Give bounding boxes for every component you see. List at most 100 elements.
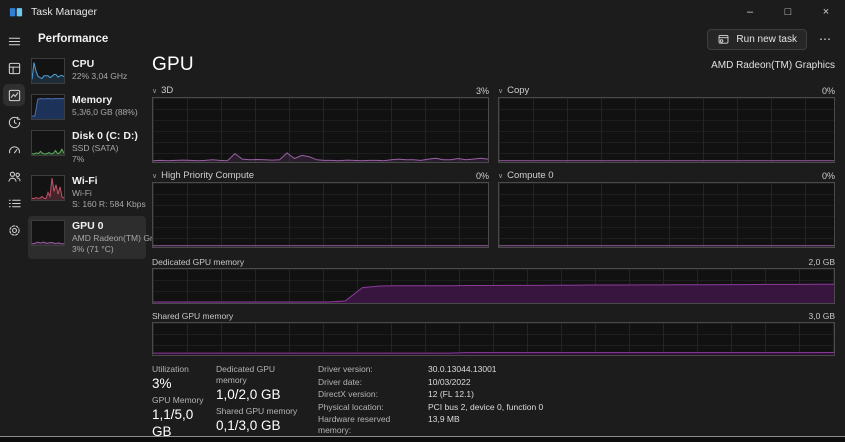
graph-selector-copy[interactable]: ∨ Copy 0% — [498, 84, 835, 97]
processes-icon — [8, 62, 20, 74]
detail-value: 12 (FL 12.1) — [428, 389, 474, 399]
perf-item-info2: 3% (71 °C) — [72, 244, 114, 254]
run-new-task-button[interactable]: Run new task — [707, 28, 807, 50]
stat-label: Dedicated GPU memory — [216, 364, 276, 385]
users-icon — [7, 171, 21, 182]
graph-percent: 0% — [821, 85, 835, 96]
gpu-device-name: AMD Radeon(TM) Graphics — [711, 60, 835, 71]
perf-item-name: Memory — [72, 94, 113, 106]
perf-item-name: Wi-Fi — [72, 175, 98, 187]
run-new-task-label: Run new task — [736, 33, 797, 45]
hamburger-icon — [8, 37, 20, 45]
menu-button[interactable] — [3, 30, 25, 52]
gpu-title: GPU — [152, 54, 194, 75]
app-history-icon — [8, 116, 20, 128]
wifi-mini-chart — [31, 175, 65, 201]
nav-item-users[interactable] — [3, 165, 25, 187]
nav-item-processes[interactable] — [3, 57, 25, 79]
stat-label: Utilization — [152, 364, 189, 374]
nav-rail — [0, 26, 28, 436]
graph-label: High Priority Compute — [161, 170, 255, 181]
details-icon — [8, 199, 21, 207]
maximize-button[interactable]: □ — [769, 0, 807, 24]
perf-item-info: AMD Radeon(TM) Gr... — [72, 233, 160, 243]
stat-value: 1,1/5,0 GB — [152, 407, 194, 439]
detail-label: Driver version: — [318, 364, 373, 374]
detail-value: 30.0.13044.13001 — [428, 364, 497, 374]
graph-selector-3d[interactable]: ∨ 3D 3% — [152, 84, 489, 97]
nav-item-details[interactable] — [3, 192, 25, 214]
memory-mini-chart — [31, 94, 65, 120]
detail-label: Hardware reserved memory: — [318, 414, 391, 435]
performance-icon — [8, 89, 20, 101]
detail-value: PCI bus 2, device 0, function 0 — [428, 401, 544, 412]
perf-item-info: 5,3/6,0 GB (88%) — [72, 107, 138, 117]
nav-item-performance[interactable] — [3, 84, 25, 106]
perf-item-info2: 7% — [72, 154, 85, 164]
graph-percent: 0% — [821, 170, 835, 181]
cpu-mini-chart — [31, 58, 65, 84]
nav-item-services[interactable] — [3, 219, 25, 241]
graph-selector-compute-0[interactable]: ∨ Compute 0 0% — [498, 169, 835, 182]
graph-label: Compute 0 — [507, 170, 554, 181]
gpu-detail-pane: GPU AMD Radeon(TM) Graphics ∨ 3D 3% ∨ Co… — [152, 54, 835, 442]
titlebar[interactable]: Task Manager – □ × — [0, 0, 845, 24]
graph-shared-gpu-memory[interactable] — [152, 322, 835, 356]
graph-max-value: 2,0 GB — [808, 257, 835, 267]
perf-item-cpu[interactable]: CPU 22% 3,04 GHz — [28, 54, 146, 88]
graph-dedicated-gpu-memory[interactable] — [152, 268, 835, 304]
screen-bottom-strip — [0, 437, 845, 442]
startup-apps-icon — [8, 145, 20, 153]
perf-item-disk[interactable]: Disk 0 (C: D:) SSD (SATA) 7% — [28, 126, 146, 169]
nav-item-app-history[interactable] — [3, 111, 25, 133]
perf-item-info: SSD (SATA) — [72, 143, 119, 153]
detail-value: 10/03/2022 — [428, 376, 471, 387]
disk-mini-chart — [31, 130, 65, 156]
graph-label: Copy — [507, 85, 530, 96]
graph-high-priority-compute[interactable] — [152, 182, 489, 248]
stat-value: 3% — [152, 376, 172, 391]
chevron-down-icon: ∨ — [152, 87, 158, 95]
stat-value: 1,0/2,0 GB — [216, 387, 281, 402]
perf-item-name: Disk 0 (C: D:) — [72, 130, 138, 142]
stat-label: GPU Memory — [152, 395, 204, 405]
detail-label: Physical location: — [318, 401, 384, 412]
minimize-button[interactable]: – — [731, 0, 769, 24]
chevron-down-icon: ∨ — [498, 87, 504, 95]
page-header: Performance Run new task ⋯ — [28, 24, 845, 54]
graph-3d[interactable] — [152, 97, 489, 163]
graph-selector-high-priority-compute[interactable]: ∨ High Priority Compute 0% — [152, 169, 489, 182]
chevron-down-icon: ∨ — [152, 172, 158, 180]
nav-item-startup-apps[interactable] — [3, 138, 25, 160]
stat-label: Shared GPU memory — [216, 406, 298, 416]
performance-list: CPU 22% 3,04 GHz Memory 5,3/6,0 GB (88%)… — [28, 54, 160, 261]
gpu-driver-details: Driver version: 30.0.13044.13001 Driver … — [318, 364, 543, 442]
perf-item-name: CPU — [72, 58, 95, 70]
graph-label: 3D — [161, 85, 174, 96]
graph-copy[interactable] — [498, 97, 835, 163]
services-icon — [8, 224, 20, 236]
gpu-mini-chart — [31, 220, 65, 246]
page-title: Performance — [38, 33, 109, 45]
perf-item-info2: S: 160 R: 584 Kbps — [72, 199, 146, 209]
chevron-down-icon: ∨ — [498, 172, 504, 180]
stat-value: 0,1/3,0 GB — [216, 418, 281, 433]
shared-memory-label-row: Shared GPU memory 3,0 GB — [152, 310, 835, 322]
graph-compute-0[interactable] — [498, 182, 835, 248]
more-options-button[interactable]: ⋯ — [813, 29, 837, 49]
perf-item-name: GPU 0 — [72, 220, 104, 232]
perf-item-memory[interactable]: Memory 5,3/6,0 GB (88%) — [28, 90, 146, 124]
graph-max-value: 3,0 GB — [808, 311, 835, 321]
perf-item-info: 22% 3,04 GHz — [72, 71, 128, 81]
graph-label: Shared GPU memory — [152, 311, 234, 321]
perf-item-gpu[interactable]: GPU 0 AMD Radeon(TM) Gr... 3% (71 °C) — [28, 216, 160, 259]
task-manager-icon — [9, 8, 23, 17]
perf-item-wifi[interactable]: Wi-Fi Wi-Fi S: 160 R: 584 Kbps — [28, 171, 146, 214]
dedicated-memory-label-row: Dedicated GPU memory 2,0 GB — [152, 256, 835, 268]
graph-percent: 3% — [475, 85, 489, 96]
detail-value: 13,9 MB — [428, 414, 460, 424]
graph-percent: 0% — [475, 170, 489, 181]
graph-label: Dedicated GPU memory — [152, 257, 245, 267]
close-button[interactable]: × — [807, 0, 845, 24]
detail-label: DirectX version: — [318, 389, 378, 399]
